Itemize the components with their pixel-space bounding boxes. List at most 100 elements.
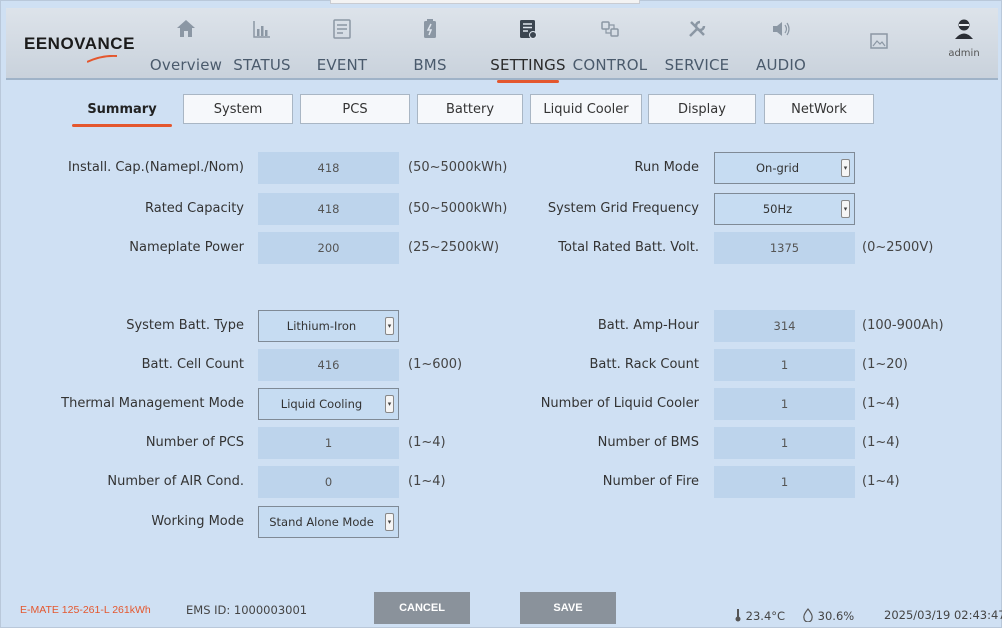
username: admin <box>948 48 980 59</box>
run-mode-select[interactable]: On-grid ▾ <box>714 152 855 184</box>
subtab-label: Summary <box>87 101 157 117</box>
amp-hour-field[interactable]: 314 <box>714 310 855 342</box>
active-nav-indicator <box>497 80 559 83</box>
batt-type-select[interactable]: Lithium-Iron ▾ <box>258 310 399 342</box>
temperature-value: 23.4°C <box>745 609 786 623</box>
rated-volt-label: Total Rated Batt. Volt. <box>558 240 699 255</box>
rated-capacity-range: (50~5000kWh) <box>408 201 508 216</box>
nav-picture[interactable] <box>864 30 894 92</box>
nav-label: Overview <box>149 56 223 74</box>
num-cooler-label: Number of Liquid Cooler <box>540 396 699 411</box>
nav-control[interactable]: CONTROL <box>573 18 647 80</box>
thermal-mode-value: Liquid Cooling <box>280 397 363 411</box>
datetime: 2025/03/19 02:43:47 <box>884 608 1002 622</box>
nav-event[interactable]: EVENT <box>312 18 372 80</box>
grid-freq-label: System Grid Frequency <box>547 201 699 216</box>
nav-bms[interactable]: BMS <box>410 18 450 80</box>
rated-volt-field[interactable]: 1375 <box>714 232 855 264</box>
grid-freq-value: 50Hz <box>762 202 793 216</box>
cell-count-range: (1~600) <box>408 357 463 372</box>
image-icon <box>870 33 888 49</box>
nav-status[interactable]: STATUS <box>232 18 292 80</box>
working-mode-select[interactable]: Stand Alone Mode ▾ <box>258 506 399 538</box>
num-bms-range: (1~4) <box>862 435 900 450</box>
top-decoration <box>330 0 640 4</box>
num-bms-label: Number of BMS <box>597 435 699 450</box>
cancel-button[interactable]: CANCEL <box>374 592 470 624</box>
nameplate-power-range: (25~2500kW) <box>408 240 500 255</box>
cell-count-label: Batt. Cell Count <box>141 357 244 372</box>
nav-overview[interactable]: Overview <box>150 18 222 80</box>
nav-settings[interactable]: SETTINGS <box>488 18 568 83</box>
nameplate-power-field[interactable]: 200 <box>258 232 399 264</box>
event-log-icon <box>333 19 351 39</box>
rated-volt-range: (0~2500V) <box>862 240 934 255</box>
working-mode-label: Working Mode <box>151 514 244 529</box>
rated-capacity-label: Rated Capacity <box>144 201 244 216</box>
grid-freq-select[interactable]: 50Hz ▾ <box>714 193 855 225</box>
subtab-label: NetWork <box>791 101 847 117</box>
subtab-liquid-cooler[interactable]: Liquid Cooler <box>530 94 642 124</box>
dropdown-arrow-icon: ▾ <box>385 395 394 413</box>
subtab-system[interactable]: System <box>183 94 293 124</box>
brand-logo: EENOVANCE <box>24 34 135 63</box>
rack-count-label: Batt. Rack Count <box>589 357 699 372</box>
num-cooler-field[interactable]: 1 <box>714 388 855 420</box>
num-air-range: (1~4) <box>408 474 446 489</box>
battery-icon <box>424 19 436 38</box>
speaker-icon <box>773 22 790 36</box>
subtab-summary[interactable]: Summary <box>72 94 172 127</box>
batt-type-label: System Batt. Type <box>126 318 244 333</box>
num-pcs-field[interactable]: 1 <box>258 427 399 459</box>
wrench-icon <box>689 20 706 37</box>
nav-label: BMS <box>413 56 447 74</box>
nav-service[interactable]: SERVICE <box>662 18 732 80</box>
save-button[interactable]: SAVE <box>520 592 616 624</box>
amp-hour-range: (100-900Ah) <box>862 318 944 333</box>
dropdown-arrow-icon: ▾ <box>385 317 394 335</box>
subtab-label: PCS <box>342 101 368 117</box>
subtab-battery[interactable]: Battery <box>417 94 523 124</box>
num-fire-field[interactable]: 1 <box>714 466 855 498</box>
humidity-status: 30.6% <box>802 608 854 623</box>
active-subtab-indicator <box>72 124 172 127</box>
humidity-value: 30.6% <box>817 609 855 623</box>
subtab-pcs[interactable]: PCS <box>300 94 410 124</box>
install-cap-field[interactable]: 418 <box>258 152 399 184</box>
user-menu[interactable]: admin <box>944 18 984 59</box>
temperature-status: 23.4°C <box>734 608 785 623</box>
num-bms-field[interactable]: 1 <box>714 427 855 459</box>
nav-label: CONTROL <box>572 56 648 74</box>
brand-name: EENOVANCE <box>24 34 135 53</box>
subtab-label: Liquid Cooler <box>543 101 629 117</box>
num-fire-range: (1~4) <box>862 474 900 489</box>
num-cooler-range: (1~4) <box>862 396 900 411</box>
device-model: E-MATE 125-261-L 261kWh <box>20 604 151 616</box>
run-mode-value: On-grid <box>755 161 799 175</box>
subtab-display[interactable]: Display <box>648 94 756 124</box>
num-pcs-range: (1~4) <box>408 435 446 450</box>
thermal-mode-label: Thermal Management Mode <box>61 396 244 411</box>
nameplate-power-label: Nameplate Power <box>129 240 244 255</box>
subtab-label: Display <box>678 101 726 117</box>
subtab-network[interactable]: NetWork <box>764 94 874 124</box>
thermal-mode-select[interactable]: Liquid Cooling ▾ <box>258 388 399 420</box>
cell-count-field[interactable]: 416 <box>258 349 399 381</box>
run-mode-label: Run Mode <box>634 160 699 175</box>
nav-audio[interactable]: AUDIO <box>756 18 806 80</box>
bar-chart-icon <box>253 21 270 38</box>
settings-sheet-icon <box>520 20 537 39</box>
rack-count-field[interactable]: 1 <box>714 349 855 381</box>
dropdown-arrow-icon: ▾ <box>841 200 850 218</box>
rated-capacity-field[interactable]: 418 <box>258 193 399 225</box>
num-fire-label: Number of Fire <box>602 474 699 489</box>
user-avatar-icon <box>955 19 973 39</box>
home-icon <box>177 20 195 37</box>
thermometer-icon <box>735 609 741 622</box>
dropdown-arrow-icon: ▾ <box>841 159 850 177</box>
control-icon <box>601 21 619 37</box>
num-air-field[interactable]: 0 <box>258 466 399 498</box>
working-mode-value: Stand Alone Mode <box>269 515 374 529</box>
nav-label: STATUS <box>233 56 291 74</box>
nav-label: AUDIO <box>755 56 807 74</box>
